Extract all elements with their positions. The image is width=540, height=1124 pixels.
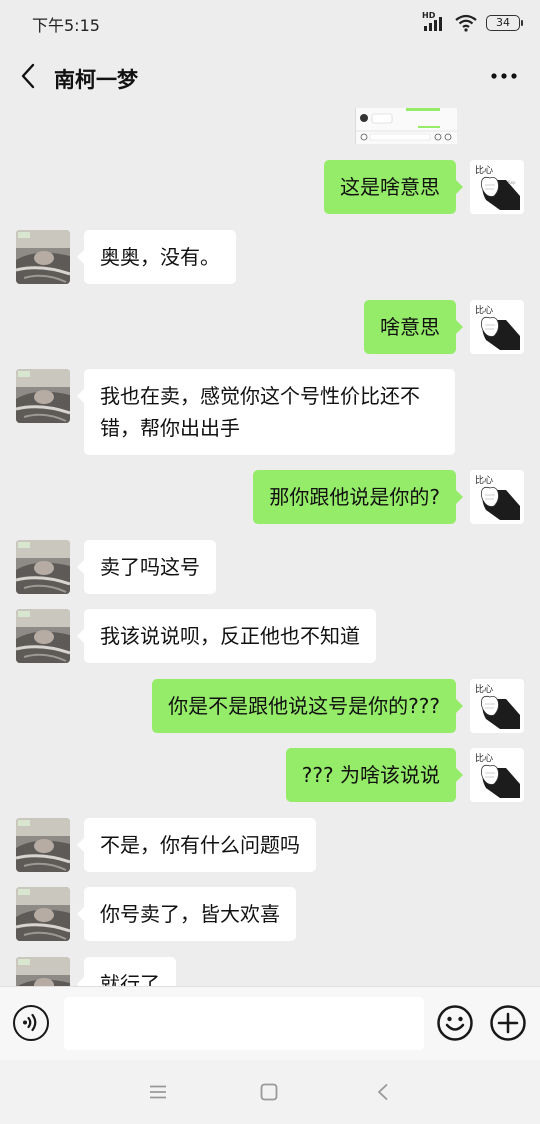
message-row: 就行了 [0, 957, 540, 986]
status-time: 下午5:15 [32, 16, 100, 35]
message-bubble-sent[interactable]: ??? 为啥该说说 [285, 748, 464, 802]
message-bubble-sent[interactable]: 这是啥意思 [324, 160, 463, 214]
contact-avatar[interactable] [16, 369, 70, 423]
more-horizontal-icon [491, 73, 517, 79]
chat-title: 南柯一梦 [54, 68, 138, 92]
image-message-thumbnail[interactable] [355, 108, 457, 144]
triangle-back-icon [378, 1083, 388, 1101]
message-bubble-received[interactable]: 你号卖了，皆大欢喜 [77, 887, 296, 941]
status-icons: HD 34 [422, 11, 523, 34]
signal-icon: HD [422, 11, 446, 32]
home-button[interactable] [251, 1074, 287, 1110]
message-row: 卖了吗这号 [0, 540, 540, 594]
self-avatar[interactable]: 比心 [470, 679, 524, 733]
message-row: 那你跟他说是你的? 比心 [0, 470, 540, 524]
message-row: 你是不是跟他说这号是你的??? 比心 [0, 679, 540, 733]
message-row: 我也在卖，感觉你这个号性价比还不错，帮你出出手 [0, 369, 540, 455]
system-back-button[interactable] [365, 1074, 401, 1110]
message-bubble-received[interactable]: 就行了 [77, 957, 176, 986]
message-input[interactable] [64, 997, 424, 1050]
message-row: 你号卖了，皆大欢喜 [0, 887, 540, 941]
message-bubble-received[interactable]: 我该说说呗，反正他也不知道 [77, 609, 376, 663]
message-bubble-received[interactable]: 奥奥，没有。 [77, 230, 236, 284]
svg-text:Rep: Rep [508, 180, 516, 185]
back-button[interactable] [10, 58, 46, 94]
message-bubble-received[interactable]: 卖了吗这号 [77, 540, 216, 594]
avatar-caption: 比心 [475, 752, 493, 764]
message-row: 不是，你有什么问题吗 [0, 818, 540, 872]
avatar-caption: 比心 [475, 164, 493, 176]
self-avatar[interactable]: 比心 [470, 748, 524, 802]
message-row: 这是啥意思 比心 Rep [0, 160, 540, 214]
message-bubble-received[interactable]: 不是，你有什么问题吗 [77, 818, 316, 872]
wifi-icon [454, 14, 478, 32]
avatar-caption: 比心 [475, 304, 493, 316]
avatar-caption: 比心 [475, 474, 493, 486]
message-row: 啥意思 比心 [0, 300, 540, 354]
voice-input-button[interactable] [13, 1005, 49, 1041]
contact-avatar[interactable] [16, 609, 70, 663]
self-avatar[interactable]: 比心 [470, 300, 524, 354]
more-options-button[interactable] [486, 58, 522, 94]
message-row: 奥奥，没有。 [0, 230, 540, 284]
more-functions-button[interactable] [490, 1005, 526, 1041]
contact-avatar[interactable] [16, 887, 70, 941]
message-bubble-sent[interactable]: 啥意思 [364, 300, 463, 354]
contact-avatar[interactable] [16, 818, 70, 872]
emoji-button[interactable] [437, 1005, 473, 1041]
contact-avatar[interactable] [16, 540, 70, 594]
chat-input-bar [0, 986, 540, 1060]
chat-message-list[interactable]: 这是啥意思 比心 Rep 奥奥，没有。 啥意思 比心 我也在卖，感觉你这个号性价… [0, 108, 540, 986]
message-bubble-sent[interactable]: 你是不是跟他说这号是你的??? [152, 679, 463, 733]
message-bubble-sent[interactable]: 那你跟他说是你的? [253, 470, 463, 524]
self-avatar[interactable]: 比心 Rep [470, 160, 524, 214]
avatar-caption: 比心 [475, 683, 493, 695]
status-bar: 下午5:15 HD 34 [0, 0, 540, 46]
plus-circle-icon [490, 1005, 526, 1041]
contact-avatar[interactable] [16, 230, 70, 284]
message-row: 我该说说呗，反正他也不知道 [0, 609, 540, 663]
message-row: ??? 为啥该说说 比心 [0, 748, 540, 802]
message-bubble-received[interactable]: 我也在卖，感觉你这个号性价比还不错，帮你出出手 [77, 369, 455, 455]
battery-indicator: 34 [486, 15, 523, 31]
system-navigation-bar [0, 1060, 540, 1124]
self-avatar[interactable]: 比心 [470, 470, 524, 524]
chevron-left-icon [21, 63, 35, 89]
chat-header: 南柯一梦 [0, 46, 540, 108]
recent-apps-button[interactable] [140, 1074, 176, 1110]
contact-avatar[interactable] [16, 957, 70, 986]
emoji-icon [437, 1005, 473, 1041]
voice-icon [23, 1013, 37, 1032]
menu-icon [150, 1085, 166, 1099]
home-square-icon [260, 1083, 278, 1101]
